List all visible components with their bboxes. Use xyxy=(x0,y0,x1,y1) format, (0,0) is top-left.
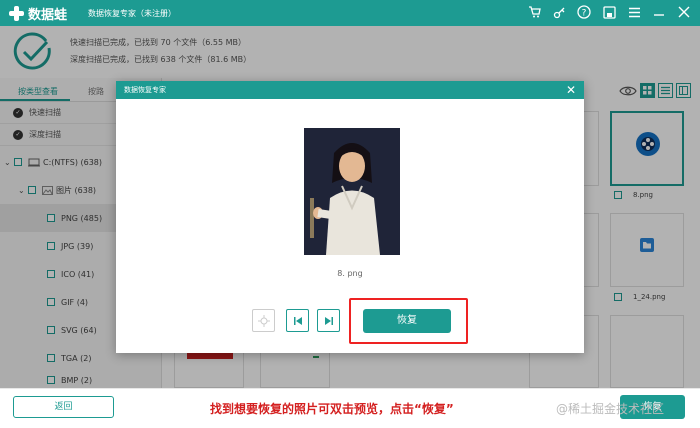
save-icon[interactable] xyxy=(601,4,617,20)
app-name: 数据蛙 xyxy=(28,8,68,23)
menu-icon[interactable] xyxy=(626,4,642,20)
help-icon[interactable]: ? xyxy=(576,4,592,20)
close-icon[interactable] xyxy=(676,4,692,20)
highlight-box xyxy=(349,298,468,344)
previous-button[interactable] xyxy=(286,309,309,332)
zoom-fit-button[interactable] xyxy=(252,309,275,332)
back-button[interactable]: 返回 xyxy=(13,396,114,418)
minimize-icon[interactable] xyxy=(651,4,667,20)
logo-cross-icon xyxy=(8,5,25,22)
footer-bar: 返回 恢复 找到想要恢复的照片可双击预览，点击“恢复” @稀土掘金技术社区 xyxy=(0,388,700,428)
preview-image xyxy=(304,128,400,255)
cart-icon[interactable] xyxy=(526,4,542,20)
dialog-close-icon[interactable]: ✕ xyxy=(566,83,576,97)
watermark: @稀土掘金技术社区 xyxy=(556,402,665,416)
window-title: 数据恢复专家（未注册） xyxy=(88,9,176,18)
title-bar: 数据蛙 数据恢复专家（未注册） ? xyxy=(0,0,700,26)
app-logo: 数据蛙 xyxy=(8,4,67,23)
tutorial-caption: 找到想要恢复的照片可双击预览，点击“恢复” xyxy=(210,402,454,416)
dialog-header: 数据恢复专家 ✕ xyxy=(116,81,584,99)
key-icon[interactable] xyxy=(551,4,567,20)
svg-text:?: ? xyxy=(582,9,587,19)
next-button[interactable] xyxy=(317,309,340,332)
dialog-title: 数据恢复专家 xyxy=(124,86,166,94)
next-icon xyxy=(324,316,333,325)
preview-filename: 8. png xyxy=(337,269,363,278)
previous-icon xyxy=(293,316,302,325)
crosshair-icon xyxy=(257,314,270,327)
